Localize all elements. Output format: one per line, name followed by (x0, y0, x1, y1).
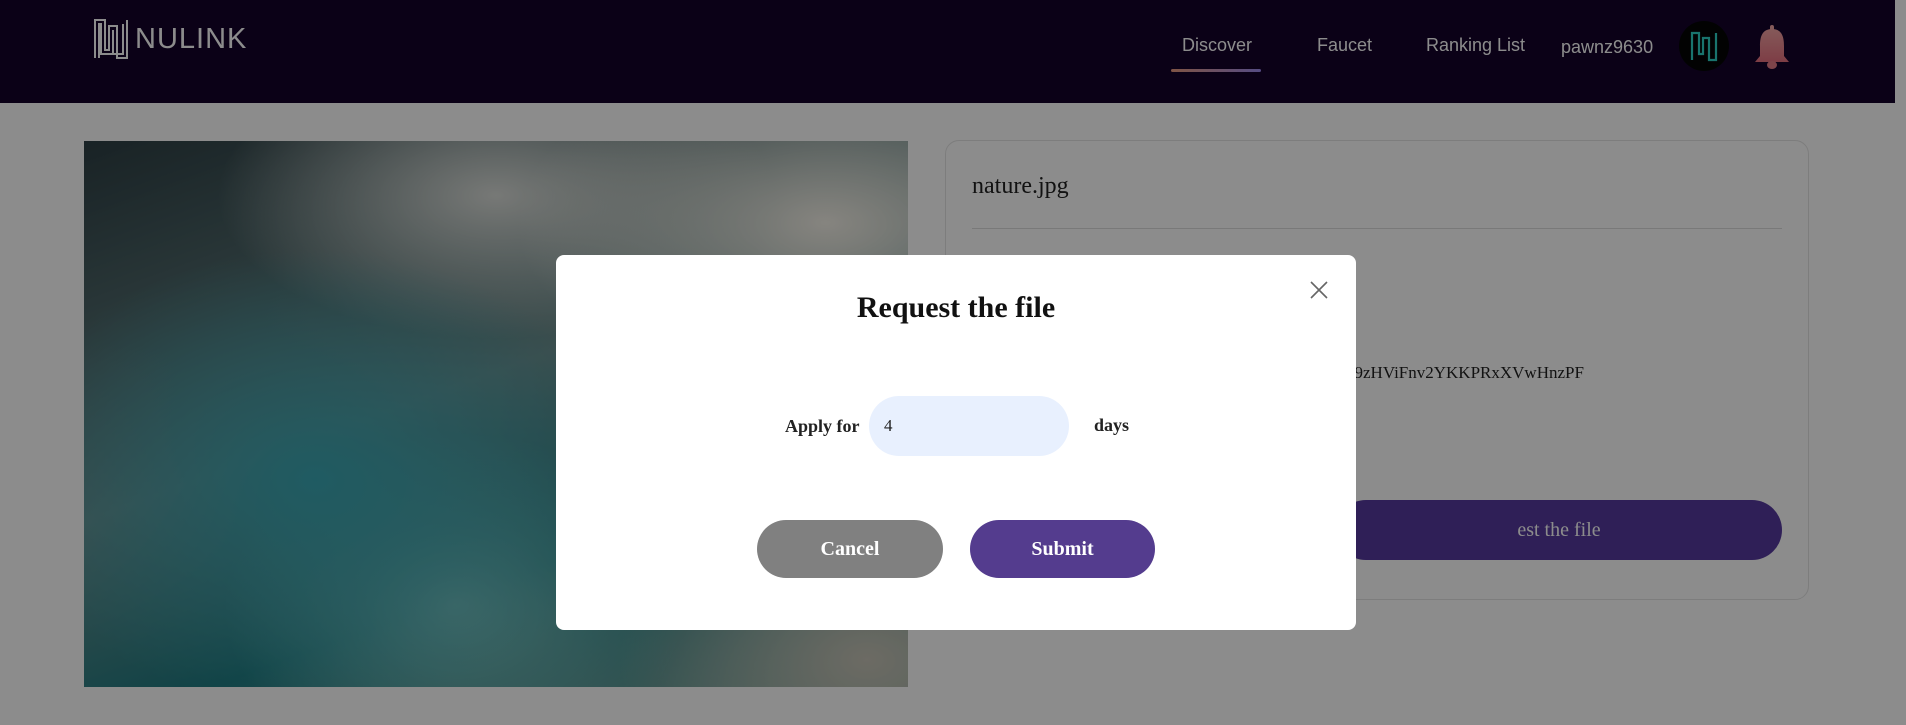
days-unit-label: days (1094, 415, 1130, 435)
cancel-button[interactable]: Cancel (757, 520, 943, 578)
request-file-modal: Request the file Apply for days Cancel S… (556, 255, 1356, 630)
submit-button[interactable]: Submit (970, 520, 1155, 578)
days-input[interactable] (869, 396, 1069, 456)
modal-title: Request the file (856, 291, 1056, 324)
apply-for-label: Apply for (785, 416, 860, 436)
